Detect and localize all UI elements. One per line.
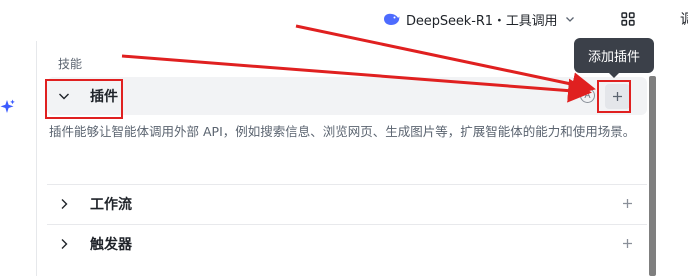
trigger-row[interactable]: 触发器 bbox=[47, 224, 647, 262]
left-rail bbox=[0, 41, 37, 276]
add-plugin-tooltip: 添加插件 bbox=[574, 38, 654, 73]
add-trigger-button[interactable] bbox=[622, 238, 633, 249]
deepseek-whale-icon bbox=[384, 13, 400, 25]
model-selector[interactable]: DeepSeek-R1・工具调用 bbox=[383, 9, 575, 29]
workflow-row[interactable]: 工作流 bbox=[47, 184, 647, 222]
add-workflow-button[interactable] bbox=[622, 198, 633, 209]
annotation-box-add-plugin bbox=[597, 80, 631, 113]
workflow-label: 工作流 bbox=[90, 196, 132, 213]
chevron-right-icon[interactable] bbox=[58, 198, 70, 210]
plugins-description: 插件能够让智能体调用外部 API，例如搜索信息、浏览网页、生成图片等，扩展智能体… bbox=[49, 124, 636, 139]
auto-mode-icon[interactable]: A bbox=[580, 88, 595, 103]
trigger-label: 触发器 bbox=[90, 236, 132, 253]
grid-icon[interactable] bbox=[621, 12, 635, 26]
annotation-box-plugins bbox=[45, 79, 123, 119]
tooltip-arrow bbox=[608, 72, 620, 78]
sparkle-icon[interactable] bbox=[0, 99, 15, 114]
model-name: DeepSeek-R1・工具调用 bbox=[406, 13, 558, 29]
plugins-row[interactable]: 插件 A bbox=[47, 77, 647, 115]
scrollbar[interactable] bbox=[649, 76, 656, 276]
chevron-right-icon[interactable] bbox=[58, 238, 70, 250]
section-title: 技能 bbox=[58, 57, 83, 71]
cropped-header-text: 调 bbox=[680, 12, 688, 28]
skills-panel: 技能 插件 A 插件能够让智能体调用外部 API，例如搜索信息、浏览网页、生成图… bbox=[37, 41, 649, 276]
chevron-down-icon bbox=[566, 17, 575, 22]
